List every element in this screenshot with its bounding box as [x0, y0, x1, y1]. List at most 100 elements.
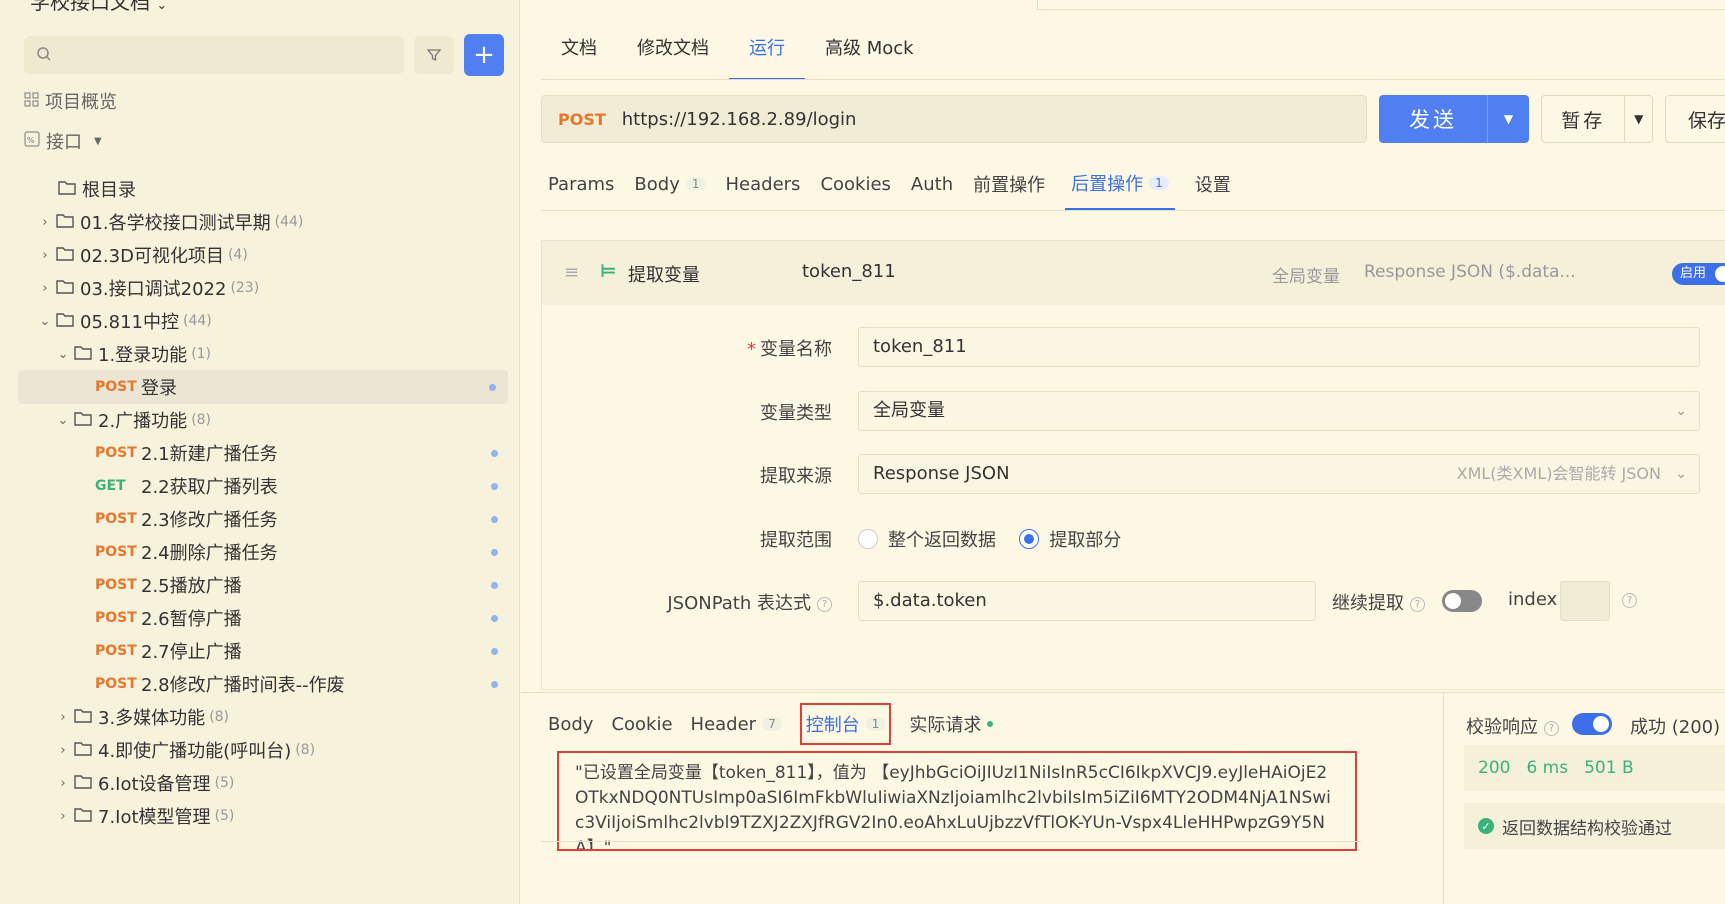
validation-pass-text: 返回数据结构校验通过: [1502, 818, 1672, 839]
api-item[interactable]: POST 登录: [18, 370, 508, 404]
folder-icon: [74, 806, 92, 827]
chevron-down-icon[interactable]: ▼: [1487, 95, 1529, 143]
sidebar-item-interfaces[interactable]: % 接口 ▼: [24, 128, 102, 154]
source-select[interactable]: Response JSON XML(类XML)会智能转 JSON ⌄: [858, 454, 1700, 494]
response-tab[interactable]: Body: [548, 708, 593, 741]
api-item[interactable]: POST 2.4删除广播任务: [0, 535, 510, 569]
api-label: 2.2获取广播列表: [141, 477, 278, 498]
chevron-right-icon[interactable]: ›: [56, 776, 70, 791]
request-tab[interactable]: 后置操作 1: [1065, 170, 1175, 210]
api-item[interactable]: POST 2.8修改广播时间表--作废: [0, 667, 510, 701]
count-badge: 1: [685, 177, 706, 191]
folder-item[interactable]: › 6.Iot设备管理 (5): [0, 766, 510, 800]
validation-toggle[interactable]: [1572, 713, 1612, 735]
top-tab[interactable]: 文档: [541, 24, 617, 80]
status-dot: [491, 680, 498, 688]
chevron-down-icon: ⌄: [1675, 466, 1687, 482]
folder-icon: [74, 410, 92, 431]
folder-item[interactable]: › 3.多媒体功能 (8): [0, 700, 510, 734]
draft-button[interactable]: 暂存 ▼: [1541, 95, 1653, 143]
chevron-right-icon[interactable]: ›: [56, 710, 70, 725]
source-label: 提取来源: [760, 466, 832, 487]
jsonpath-input[interactable]: $.data.token: [858, 581, 1316, 621]
folder-item[interactable]: 根目录: [0, 172, 510, 206]
request-tab[interactable]: Cookies: [820, 170, 890, 210]
chevron-right-icon[interactable]: ›: [56, 743, 70, 758]
api-item[interactable]: GET 2.2获取广播列表: [0, 469, 510, 503]
folder-count: (1): [191, 346, 212, 362]
folder-label: 05.811中控: [80, 312, 179, 333]
folder-item[interactable]: › 03.接口调试2022 (23): [0, 271, 510, 305]
request-tab[interactable]: 前置操作: [973, 170, 1045, 210]
method-badge: POST: [95, 676, 137, 692]
request-tab[interactable]: 设置: [1195, 170, 1231, 210]
response-stats: 200 6 ms 501 B: [1464, 745, 1725, 791]
project-title[interactable]: 学校接口文档 ⌄: [30, 0, 167, 15]
range-part-radio[interactable]: 提取部分: [1019, 526, 1121, 552]
add-button[interactable]: +: [464, 34, 504, 76]
api-item[interactable]: POST 2.3修改广播任务: [0, 502, 510, 536]
api-label: 2.5播放广播: [141, 576, 242, 597]
folder-count: (5): [214, 808, 235, 824]
chevron-down-icon[interactable]: ⌄: [38, 314, 52, 329]
var-type-select[interactable]: 全局变量 ⌄: [858, 391, 1700, 431]
method-label[interactable]: POST: [558, 110, 606, 129]
response-tab[interactable]: Cookie: [611, 708, 672, 741]
request-tab[interactable]: Auth: [911, 170, 953, 210]
method-badge: POST: [95, 610, 137, 626]
api-item[interactable]: POST 2.5播放广播: [0, 568, 510, 602]
api-item[interactable]: POST 2.1新建广播任务: [0, 436, 510, 470]
filter-button[interactable]: [414, 36, 454, 74]
api-item[interactable]: POST 2.6暂停广播: [0, 601, 510, 635]
method-badge: POST: [95, 577, 137, 593]
folder-item[interactable]: › 01.各学校接口测试早期 (44): [0, 205, 510, 239]
folder-icon: [56, 212, 74, 233]
range-whole-radio[interactable]: 整个返回数据: [858, 526, 996, 552]
continue-toggle[interactable]: [1442, 590, 1482, 612]
sidebar-item-overview[interactable]: 项目概览: [24, 88, 117, 114]
folder-item[interactable]: › 02.3D可视化项目 (4): [0, 238, 510, 272]
folder-icon: [56, 245, 74, 266]
search-input[interactable]: [24, 36, 404, 74]
response-tab[interactable]: 控制台 1: [799, 703, 892, 745]
var-name-label: * 变量名称: [747, 339, 832, 360]
folder-label: 3.多媒体功能: [98, 708, 206, 729]
save-as-button[interactable]: 保存为: [1665, 95, 1725, 143]
chevron-right-icon[interactable]: ›: [38, 215, 52, 230]
url-input[interactable]: https://192.168.2.89/login: [622, 109, 857, 130]
extract-icon: ⊨: [600, 261, 617, 282]
request-tab[interactable]: Headers: [726, 170, 801, 210]
chevron-down-icon[interactable]: ⌄: [56, 347, 70, 362]
top-tab[interactable]: 高级 Mock: [805, 24, 934, 80]
send-button[interactable]: 发送 ▼: [1379, 95, 1529, 143]
chevron-down-icon[interactable]: ⌄: [56, 413, 70, 428]
folder-item[interactable]: › 7.Iot模型管理 (5): [0, 799, 510, 833]
status-code: 200: [1478, 758, 1511, 778]
folder-item[interactable]: ⌄ 05.811中控 (44): [0, 304, 510, 338]
response-tab[interactable]: Header 7: [691, 708, 782, 741]
api-item[interactable]: POST 2.7停止广播: [0, 634, 510, 668]
request-tab[interactable]: Body 1: [634, 170, 706, 210]
folder-label: 2.广播功能: [98, 411, 188, 432]
chevron-right-icon[interactable]: ›: [56, 809, 70, 824]
enable-toggle[interactable]: 启用: [1672, 263, 1725, 285]
chevron-right-icon[interactable]: ›: [38, 248, 52, 263]
folder-item[interactable]: ⌄ 1.登录功能 (1): [0, 337, 510, 371]
folder-item[interactable]: ⌄ 2.广播功能 (8): [0, 403, 510, 437]
validation-pass: ✓ 返回数据结构校验通过: [1464, 803, 1725, 849]
drag-handle-icon[interactable]: ≡: [564, 262, 579, 283]
chevron-right-icon[interactable]: ›: [38, 281, 52, 296]
var-name-input[interactable]: token_811: [858, 327, 1700, 367]
url-bar[interactable]: POST https://192.168.2.89/login: [541, 95, 1367, 143]
top-tab[interactable]: 修改文档: [617, 24, 729, 80]
folder-item[interactable]: › 4.即使广播功能(呼叫台) (8): [0, 733, 510, 767]
index-input[interactable]: [1560, 581, 1610, 621]
folder-label: 根目录: [82, 180, 136, 201]
chevron-down-icon[interactable]: ▼: [1624, 96, 1652, 142]
top-tab[interactable]: 运行: [729, 24, 805, 80]
request-tab[interactable]: Params: [548, 170, 614, 210]
post-op-header[interactable]: ≡ ⊨ 提取变量 token_811 全局变量 Response JSON ($…: [542, 241, 1725, 305]
folder-icon: [56, 278, 74, 299]
folder-count: (44): [274, 214, 304, 230]
response-tab[interactable]: 实际请求: [909, 705, 994, 743]
